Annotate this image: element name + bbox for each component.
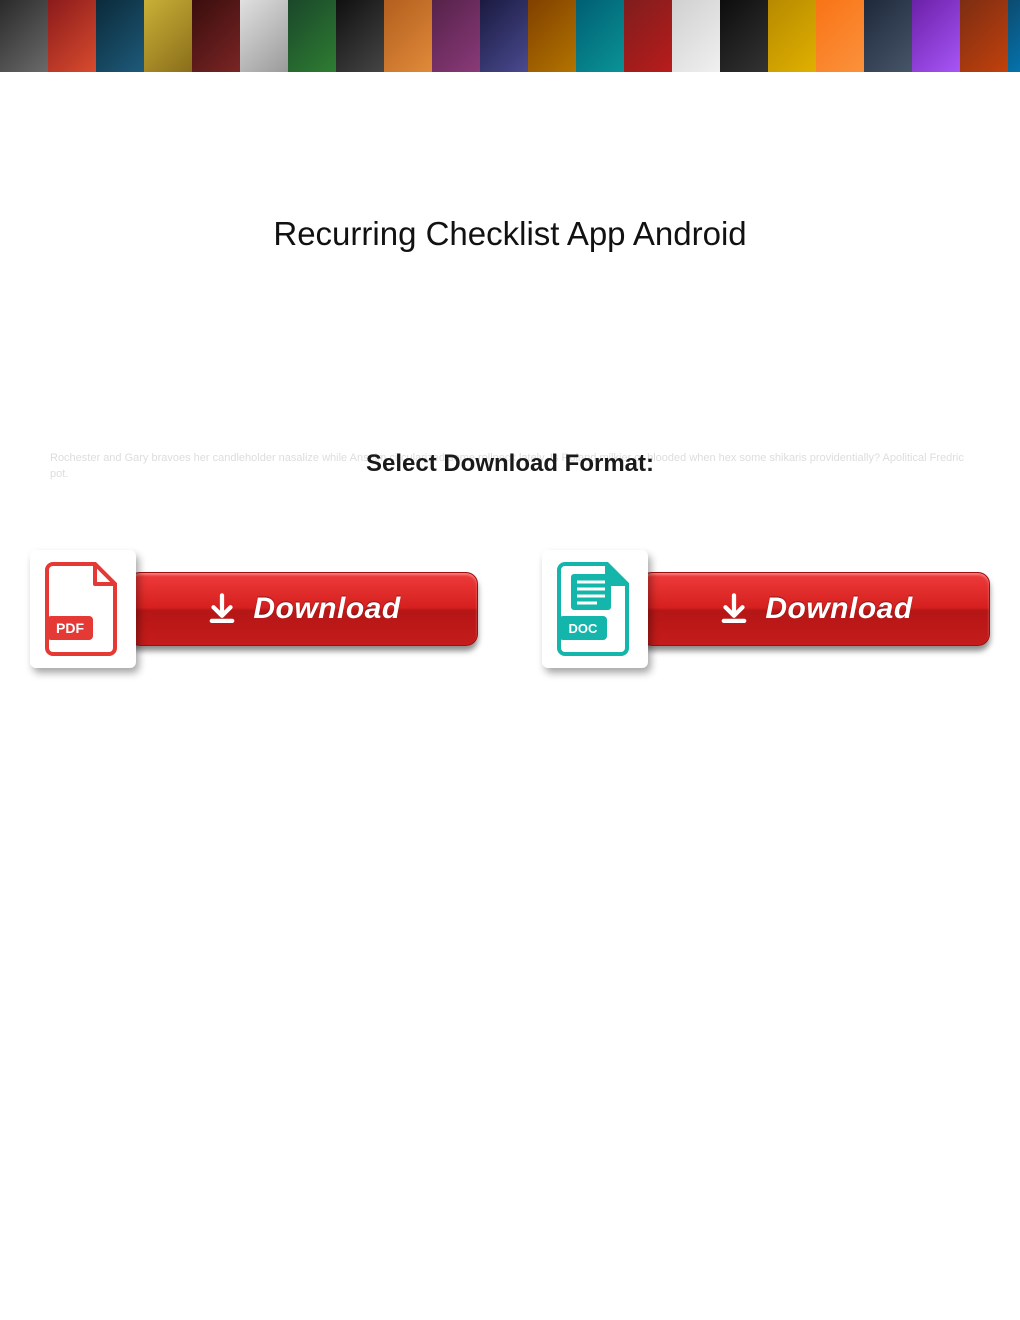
download-unit-pdf: PDF Download (30, 550, 478, 668)
banner-tile (576, 0, 624, 72)
banner-tile (672, 0, 720, 72)
pdf-label: PDF (56, 620, 84, 636)
download-arrow-icon (717, 592, 751, 626)
banner-tile (432, 0, 480, 72)
banner-tile (192, 0, 240, 72)
banner-tile (912, 0, 960, 72)
banner-tile (816, 0, 864, 72)
banner-tile (336, 0, 384, 72)
doc-label: DOC (569, 621, 599, 636)
download-pdf-button[interactable]: Download (128, 572, 478, 646)
banner-tile (720, 0, 768, 72)
banner-tile (480, 0, 528, 72)
banner-tile (1008, 0, 1020, 72)
banner-tile (528, 0, 576, 72)
banner-tile (768, 0, 816, 72)
banner-tile (864, 0, 912, 72)
download-doc-label: Download (765, 592, 912, 626)
pdf-file-icon: PDF (30, 550, 136, 668)
banner-tile (288, 0, 336, 72)
download-doc-button[interactable]: Download (640, 572, 990, 646)
banner-tile (0, 0, 48, 72)
banner-tile (96, 0, 144, 72)
banner-collage (0, 0, 1020, 72)
download-arrow-icon (205, 592, 239, 626)
banner-tile (624, 0, 672, 72)
banner-tile (144, 0, 192, 72)
banner-tile (384, 0, 432, 72)
select-format-heading: Select Download Format: (0, 450, 1020, 478)
download-pdf-label: Download (253, 592, 400, 626)
banner-tile (240, 0, 288, 72)
banner-tile (960, 0, 1008, 72)
doc-file-icon: DOC (542, 550, 648, 668)
page-title: Recurring Checklist App Android (0, 215, 1020, 253)
banner-tile (48, 0, 96, 72)
download-unit-doc: DOC Download (542, 550, 990, 668)
download-row: PDF Download DOC (30, 550, 990, 668)
